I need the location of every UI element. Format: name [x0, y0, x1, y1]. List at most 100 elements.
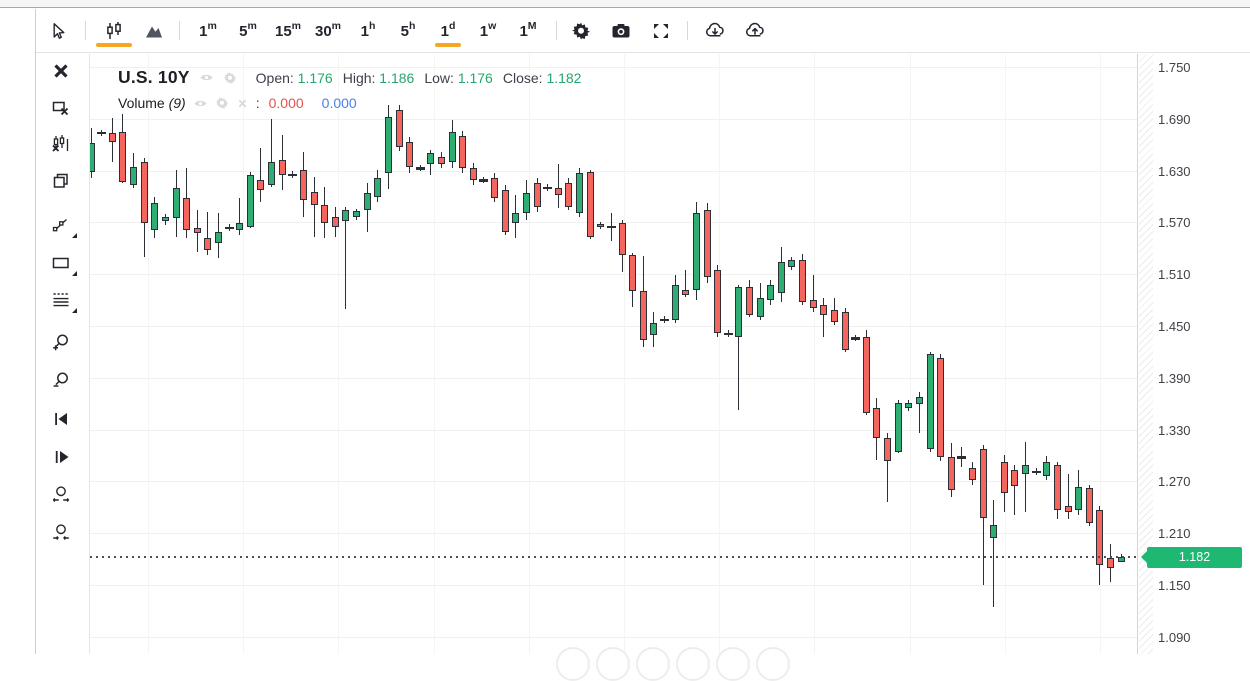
gridline — [90, 584, 1137, 586]
selected-underline — [435, 43, 461, 47]
close-icon[interactable] — [236, 97, 249, 110]
candle — [161, 217, 169, 222]
candle — [479, 179, 489, 182]
sidebar-tool-fib-lines[interactable] — [49, 288, 73, 312]
sidebar-tool-zoom-in[interactable] — [49, 331, 73, 355]
sidebar-tool-trendline[interactable] — [49, 213, 73, 237]
gridline — [338, 54, 340, 654]
candle — [618, 223, 626, 256]
candle — [448, 131, 456, 162]
sidebar-tool-reset-zoom[interactable] — [49, 521, 73, 545]
candle — [310, 192, 318, 205]
candle — [438, 156, 445, 164]
download-button[interactable] — [695, 11, 735, 51]
price-axis-label: 1.330 — [1158, 422, 1191, 438]
candle — [905, 402, 913, 408]
candle — [151, 203, 159, 231]
candle — [236, 223, 244, 231]
candle-wick — [260, 148, 262, 202]
candle — [395, 110, 403, 148]
chart-toolbar: 1m 5m 15m 30m 1h 5h 1d 1w 1M — [36, 9, 1250, 53]
price-axis-label: 1.210 — [1158, 526, 1191, 542]
candle — [1053, 464, 1061, 510]
price-axis-label: 1.570 — [1158, 215, 1191, 231]
price-axis-label: 1.270 — [1158, 474, 1191, 490]
interval-button-15m[interactable]: 15m — [268, 11, 308, 51]
gridline — [90, 636, 1137, 638]
gridline — [433, 54, 435, 654]
gridline — [90, 325, 1137, 327]
candle — [415, 167, 425, 170]
settings-button[interactable] — [561, 11, 601, 51]
cursor-tool-button[interactable] — [38, 11, 78, 51]
gridline — [719, 54, 721, 654]
interval-button-30m[interactable]: 30m — [308, 11, 348, 51]
interval-button-5m[interactable]: 5m — [228, 11, 268, 51]
area-type-button[interactable] — [134, 11, 174, 51]
tool-dropdown-arrow-icon[interactable] — [72, 308, 77, 313]
interval-button-1M[interactable]: 1M — [508, 11, 548, 51]
sidebar-tool-scroll-right[interactable] — [49, 445, 73, 469]
gear-icon[interactable] — [215, 96, 229, 110]
candle — [193, 227, 201, 233]
candle — [543, 186, 553, 190]
candle-wick — [993, 499, 995, 607]
pager-dot[interactable] — [636, 647, 670, 681]
toolbar-separator — [556, 21, 557, 40]
candle — [353, 211, 360, 218]
candlestick-chart[interactable]: U.S. 10Y Open: 1.176 High: 1.186 Low: 1.17… — [90, 54, 1138, 654]
fullscreen-button[interactable] — [641, 11, 681, 51]
candle — [522, 193, 530, 213]
candle — [565, 182, 573, 207]
eye-icon[interactable] — [199, 70, 214, 85]
candle — [799, 259, 806, 302]
pager-dot[interactable] — [716, 647, 750, 681]
candle — [1085, 488, 1093, 523]
candlestick-type-button[interactable] — [94, 11, 134, 51]
candle — [406, 142, 414, 168]
interval-button-1d[interactable]: 1d — [428, 11, 468, 51]
candle — [597, 224, 605, 227]
candle — [363, 193, 371, 211]
sidebar-tool-zoom-range[interactable] — [49, 483, 73, 507]
candle-wick — [313, 176, 315, 237]
candle — [979, 449, 987, 518]
interval-button-1w[interactable]: 1w — [468, 11, 508, 51]
candle-wick — [1025, 441, 1027, 513]
eye-icon[interactable] — [193, 96, 208, 111]
sidebar-tool-deselect[interactable] — [49, 96, 73, 120]
price-axis-label: 1.390 — [1158, 370, 1191, 386]
pager-dot[interactable] — [556, 647, 590, 681]
candle — [384, 117, 392, 174]
candle — [204, 237, 212, 250]
sidebar-tool-remove-indicators[interactable] — [49, 131, 73, 155]
price-axis[interactable]: 1.750 1.690 1.630 1.570 1.510 1.450 1.390 1.330… — [1139, 54, 1250, 654]
interval-button-5h[interactable]: 5h — [388, 11, 428, 51]
candle — [130, 167, 137, 186]
candle — [97, 131, 107, 135]
upload-button[interactable] — [735, 11, 775, 51]
volume-value-2: 0.000 — [321, 95, 357, 111]
candle — [533, 182, 541, 207]
pager-dot[interactable] — [596, 647, 630, 681]
legend-close: Close: 1.182 — [502, 69, 582, 86]
sidebar-tool-scroll-left[interactable] — [49, 407, 73, 431]
candle — [862, 337, 870, 414]
camera-button[interactable] — [601, 11, 641, 51]
interval-button-1m[interactable]: 1m — [188, 11, 228, 51]
sidebar-tool-zoom-out[interactable] — [49, 369, 73, 393]
sidebar-tool-clone[interactable] — [49, 169, 73, 193]
sidebar-tool-rectangle[interactable] — [49, 251, 73, 275]
tool-dropdown-arrow-icon[interactable] — [72, 233, 77, 238]
candle — [257, 180, 265, 190]
sidebar-tool-close[interactable] — [49, 59, 73, 83]
candle — [140, 161, 148, 224]
gear-icon[interactable] — [223, 71, 237, 85]
interval-button-1h[interactable]: 1h — [348, 11, 388, 51]
candle — [735, 287, 743, 338]
pager-dot[interactable] — [756, 647, 790, 681]
pager-dot[interactable] — [676, 647, 710, 681]
candle — [469, 168, 477, 181]
tool-dropdown-arrow-icon[interactable] — [72, 271, 77, 276]
candle — [606, 225, 616, 229]
